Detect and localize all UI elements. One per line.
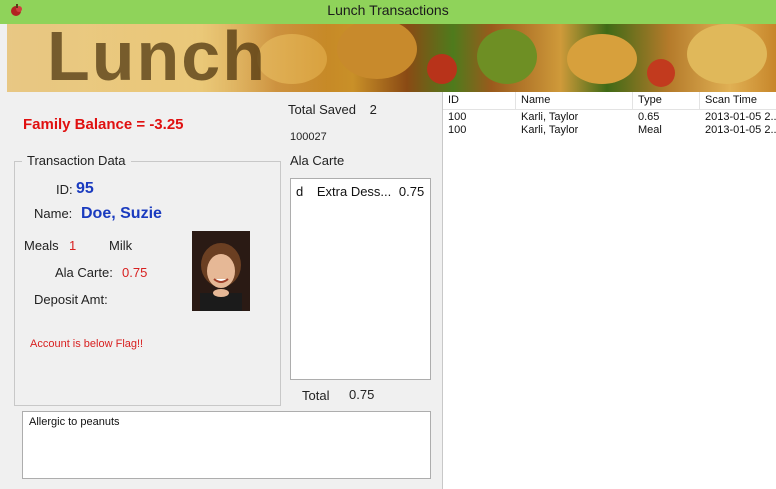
- transaction-number: 100027: [290, 131, 327, 143]
- column-header-id[interactable]: ID: [448, 94, 459, 109]
- cell-type: Meal: [638, 124, 662, 136]
- meals-label: Meals: [24, 238, 59, 253]
- total-label: Total: [302, 388, 330, 403]
- item-code: d: [296, 184, 304, 199]
- banner-logo: Lunch: [47, 24, 267, 92]
- ala-carte-label: Ala Carte:: [55, 265, 113, 280]
- banner-image: Lunch: [7, 24, 776, 92]
- family-balance: Family Balance = -3.25: [23, 116, 184, 133]
- total-value: 0.75: [349, 387, 375, 402]
- ala-carte-value: 0.75: [122, 265, 148, 280]
- student-photo: [192, 231, 250, 311]
- id-value: 95: [76, 180, 94, 197]
- total-saved-label: Total Saved: [288, 102, 356, 117]
- transaction-data-label: Transaction Data: [22, 153, 131, 168]
- meals-value: 1: [69, 238, 77, 253]
- cell-scan-time: 2013-01-05 2...: [705, 111, 776, 123]
- column-header-name[interactable]: Name: [521, 94, 550, 109]
- milk-label: Milk: [109, 238, 133, 253]
- cell-name: Karli, Taylor: [521, 124, 579, 136]
- total-saved-value: 2: [369, 102, 377, 117]
- item-price: 0.75: [398, 184, 425, 199]
- list-item[interactable]: d Extra Dess... 0.75: [296, 184, 424, 199]
- account-warning: Account is below Flag!!: [30, 338, 144, 350]
- notes-text: Allergic to peanuts: [29, 416, 120, 428]
- transactions-grid[interactable]: ID Name Type Scan Time 100 Karli, Taylor…: [442, 92, 776, 489]
- item-name: Extra Dess...: [316, 184, 392, 199]
- column-header-type[interactable]: Type: [638, 94, 662, 109]
- ala-carte-header: Ala Carte: [290, 153, 345, 168]
- id-label: ID:: [56, 182, 73, 197]
- notes-field[interactable]: Allergic to peanuts: [22, 411, 431, 479]
- cell-scan-time: 2013-01-05 2...: [705, 124, 776, 136]
- ala-carte-list[interactable]: d Extra Dess... 0.75: [290, 178, 431, 380]
- column-header-scan-time[interactable]: Scan Time: [705, 94, 757, 109]
- cell-id: 100: [448, 124, 467, 136]
- total-saved: Total Saved 2: [288, 102, 377, 117]
- window-title: Lunch Transactions: [327, 2, 449, 18]
- cell-name: Karli, Taylor: [521, 111, 579, 123]
- name-value: Doe, Suzie: [81, 205, 162, 222]
- deposit-label: Deposit Amt:: [34, 292, 108, 307]
- cell-type: 0.65: [638, 111, 660, 123]
- grid-header: ID Name Type Scan Time: [443, 92, 776, 110]
- name-label: Name:: [34, 206, 73, 221]
- title-bar: Lunch Transactions: [0, 0, 776, 24]
- cell-id: 100: [448, 111, 467, 123]
